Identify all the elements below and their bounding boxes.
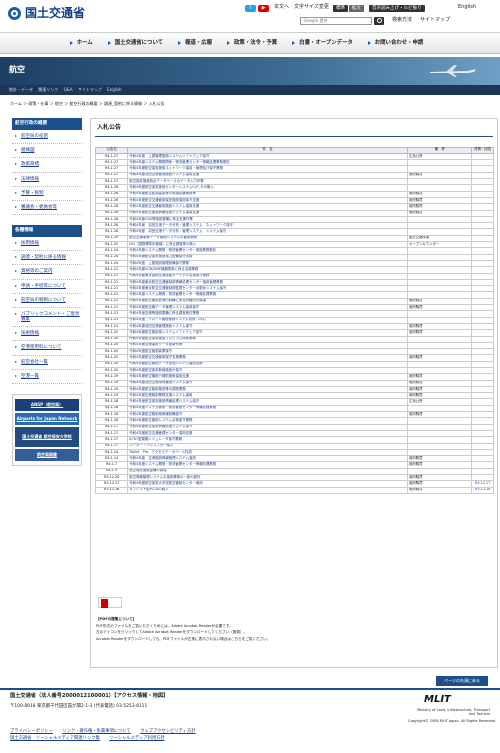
sidebar-item[interactable]: 政策目標: [12, 158, 82, 173]
youtube-icon[interactable]: ▶: [258, 5, 269, 12]
main-content: 入札公告 公告日 件 名 備 考 質問・回答 R4.1.27 令和4年度 上屋管理…: [90, 118, 498, 668]
sidebar-item[interactable]: 法律情報: [12, 173, 82, 187]
footer-address: 〒100-8918 東京都千代田区霞が関2-1-3 (代表電話) 03-5253…: [10, 704, 148, 709]
sidebar-item[interactable]: 空港一覧: [12, 370, 82, 384]
sidebar-item[interactable]: 予算・税制: [12, 187, 82, 201]
sidebar-item[interactable]: 採用情報: [12, 237, 82, 252]
banner-library[interactable]: 航空局図書: [15, 448, 79, 461]
pdf-note-line: Acrobat Readerをダウンロードしても、PDFファイルが正常に表示され…: [96, 636, 271, 641]
footer-link[interactable]: ソーシャルメディア利用方針: [109, 736, 164, 741]
nav-press[interactable]: 報道・広報: [174, 40, 223, 46]
sitemap-link[interactable]: サイトマップ: [420, 17, 450, 24]
nav-policy[interactable]: 政策・法令・予算: [223, 40, 288, 46]
site-header: 国土交通省 t ▶ 本文へ 文字サイズ変更 標準 拡大 音声読み上げ・ルビ振り …: [0, 0, 500, 30]
pdf-note-line: 左のアイコンをクリックしてAdobe Acrobat Readerをダウンロード…: [96, 630, 248, 634]
footer-links: プライバシーポリシー リンク・著作権・免責事項について ウェブアクセシビリティ方…: [0, 726, 500, 753]
sidebar-item[interactable]: パブリックコメント・ご意見募集: [12, 308, 82, 328]
sidebar-item[interactable]: 空港使用料について: [12, 341, 82, 356]
global-nav: ホーム 国土交通省について 報道・広報 政策・法令・予算 白書・オープンデータ …: [0, 32, 500, 54]
subnav-links[interactable]: 関連リンク: [38, 87, 58, 92]
search-guide-link[interactable]: 検索方法: [392, 17, 412, 24]
search-input[interactable]: Google 提供: [300, 17, 372, 25]
footer-link[interactable]: リンク・著作権・免責事項について: [62, 729, 131, 734]
logo-emblem-icon: [8, 7, 21, 21]
logo-text: 国土交通省: [25, 6, 86, 20]
section-subnav: 統計・データ 関連リンク Q&A サイトマップ English: [0, 85, 500, 95]
mlit-footer-logo: MLIT: [424, 694, 451, 705]
copyright: Copyright© 2008 MLIT Japan. All Rights R…: [408, 719, 496, 723]
page-top-button[interactable]: ページの先頭に戻る: [436, 676, 488, 686]
adobe-reader-icon[interactable]: [98, 597, 122, 608]
footer-link[interactable]: ウェブアクセシビリティ方針: [140, 729, 195, 734]
sidebar-item[interactable]: 審議会・委員会等: [12, 201, 82, 216]
banner-airports[interactable]: Airports for Japan Network: [15, 412, 79, 425]
footer: 国土交通省（法人番号2000012100001）【アクセス情報・地図】 〒100…: [0, 688, 500, 728]
voice-ruby-button[interactable]: 音声読み上げ・ルビ振り: [369, 5, 425, 12]
page-title: 入札公告: [95, 123, 493, 137]
footer-link[interactable]: 国土交通省 ソーシャルメディア関連リンク集: [10, 736, 100, 741]
subnav-english[interactable]: English: [107, 87, 121, 92]
nav-whitepaper[interactable]: 白書・オープンデータ: [288, 40, 364, 46]
subnav-sitemap[interactable]: サイトマップ: [78, 87, 102, 92]
sidebar: 航空行政の概要 航空局の役割 組織図 政策目標 法律情報 予算・税制 審議会・委員会等 各…: [12, 118, 82, 466]
size-standard-button[interactable]: 標準: [333, 5, 348, 12]
cell-subject-link[interactable]: タブレット型PC24の購入: [127, 486, 408, 494]
sidebar-heading-overview: 航空行政の概要: [12, 118, 82, 130]
section-banner: 航空: [0, 57, 500, 85]
text-size-label: 本文へ 文字サイズ変更: [274, 4, 329, 10]
english-link[interactable]: English: [458, 4, 476, 11]
sidebar-heading-info: 各種情報: [12, 225, 82, 238]
mlit-footer-sub: Ministry of Land, Infrastructure, Transp…: [417, 708, 490, 717]
sidebar-item[interactable]: 航空局の税制について: [12, 294, 82, 308]
sidebar-item[interactable]: 航空局の役割: [12, 130, 82, 145]
pdf-note: 【PDFの閲覧について】 PDF形式のファイルをご覧いただくためには、Adobe…: [96, 616, 270, 642]
sidebar-banners: ANSP（航空局） Airports for Japan Network 国土交…: [12, 393, 82, 466]
sidebar-item[interactable]: 資格等のご案内: [12, 265, 82, 280]
airplane-icon: [430, 65, 476, 77]
mlit-logo[interactable]: 国土交通省: [8, 6, 86, 21]
sidebar-item[interactable]: 組織図: [12, 144, 82, 159]
search-icon[interactable]: [374, 17, 384, 25]
nav-contact[interactable]: お問い合わせ・申請: [364, 40, 435, 46]
cell-qa-link[interactable]: R3.12.16: [471, 486, 494, 494]
size-large-button[interactable]: 拡大: [349, 5, 364, 12]
subnav-qa[interactable]: Q&A: [64, 87, 73, 92]
banner-academy[interactable]: 国土交通省 航空保安大学校: [15, 426, 79, 447]
twitter-icon[interactable]: t: [245, 5, 256, 12]
notice-table: 公告日 件 名 備 考 質問・回答 R4.1.27 令和4年度 上屋管理施設システ…: [94, 146, 494, 494]
table-row: R3.12.16 タブレット型PC24の購入 政府購買 R3.12.16: [94, 486, 494, 494]
sidebar-item[interactable]: 航空会社一覧: [12, 356, 82, 370]
cell-remarks: 政府購買: [406, 486, 473, 494]
footer-org: 国土交通省（法人番号2000012100001）【アクセス情報・地図】: [10, 693, 169, 699]
breadcrumb[interactable]: ホーム ＞ 政策・仕事 ＞ 航空 ＞ 航空行政の概要 ＞ 調達_契約に係る情報 …: [10, 101, 165, 107]
sidebar-item[interactable]: 申請・手続等について: [12, 280, 82, 294]
nav-home[interactable]: ホーム: [66, 40, 104, 46]
section-title: 航空: [9, 65, 25, 74]
banner-ansp[interactable]: ANSP（航空局）: [15, 398, 79, 411]
nav-about[interactable]: 国土交通省について: [104, 40, 174, 46]
sidebar-item[interactable]: 技術情報: [12, 327, 82, 342]
subnav-stats[interactable]: 統計・データ: [9, 87, 33, 92]
cell-date: R3.12.16: [94, 486, 129, 494]
sidebar-item[interactable]: 調達・契約に係る情報: [12, 251, 82, 266]
footer-link[interactable]: プライバシーポリシー: [10, 729, 53, 734]
